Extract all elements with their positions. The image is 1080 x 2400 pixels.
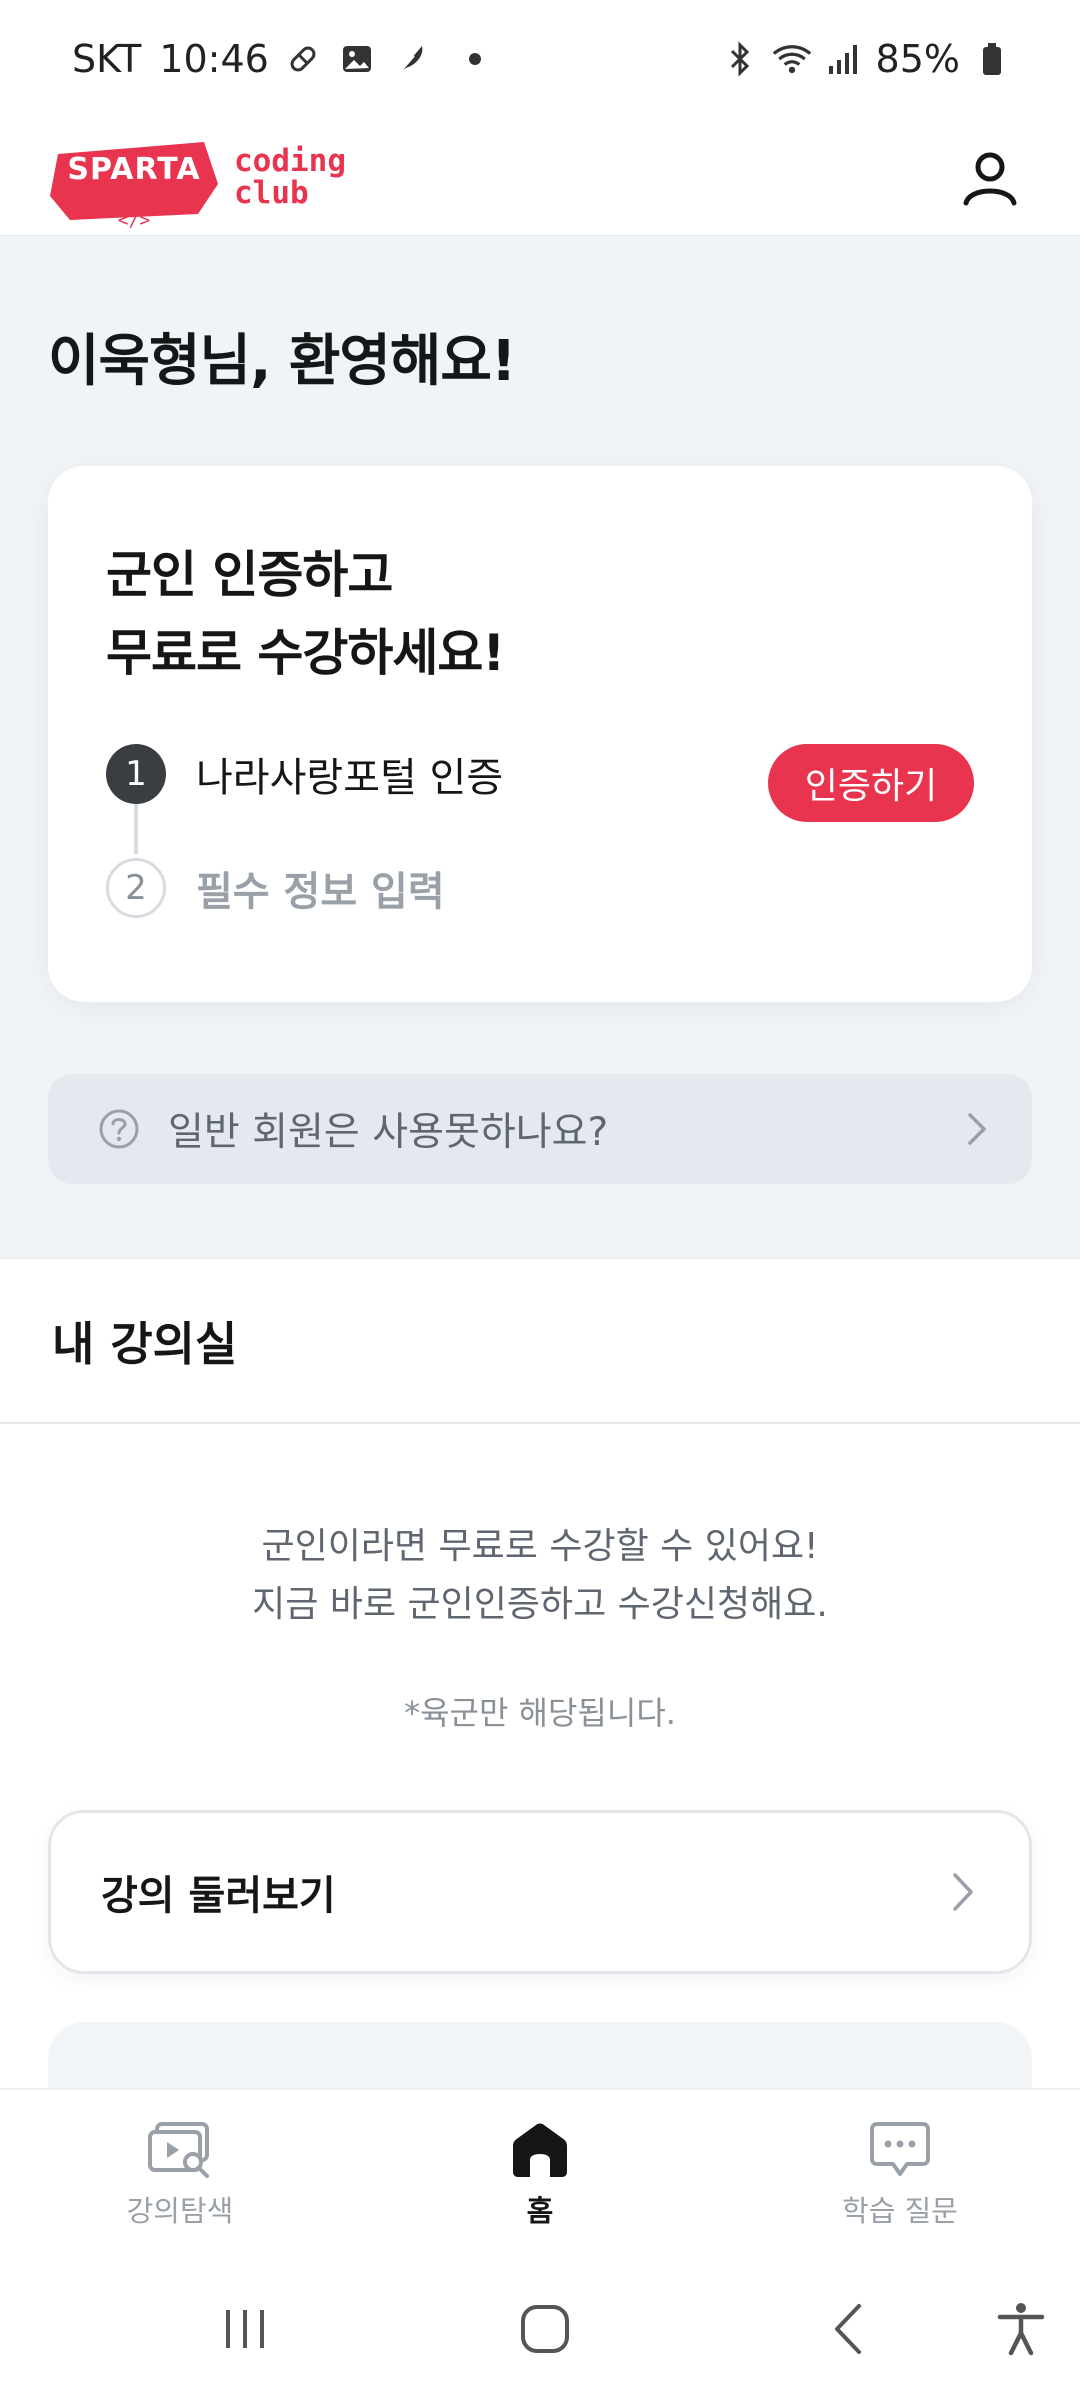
back-icon (835, 2304, 861, 2354)
battery-percent: 85% (875, 37, 960, 81)
logo-badge-text: SPARTA (67, 151, 201, 187)
army-only-note: *육군만 해당됩니다. (404, 1694, 676, 1732)
logo-text-line2: club (234, 174, 309, 211)
classroom-info: 군인이라면 무료로 수강할 수 있어요! 지금 바로 군인인증하고 수강신청해요… (0, 1518, 1080, 1634)
step-1-label: 나라사랑포털 인증 (196, 755, 504, 801)
accessibility-icon (997, 2303, 1045, 2356)
logo-text-line1: coding (234, 142, 346, 179)
step-2-number: 2 (106, 858, 166, 918)
nav-questions-label: 학습 질문 (842, 2194, 958, 2228)
logo-text: coding club (234, 145, 346, 209)
nav-explore-label: 강의탐색 (126, 2194, 234, 2228)
cert-title-line1: 군인 인증하고 (106, 546, 393, 604)
status-left: SKT 10:46 (72, 37, 481, 81)
logo-badge: </> SPARTA (48, 138, 220, 230)
cert-title-line2: 무료로 수강하세요! (106, 624, 505, 682)
profile-button[interactable] (948, 135, 1032, 219)
carrier: SKT (72, 37, 142, 81)
info-line-1: 군인이라면 무료로 수강할 수 있어요! (261, 1526, 819, 1567)
browse-lectures-button[interactable]: 강의 둘러보기 (48, 1810, 1032, 1974)
nav-explore-lectures[interactable]: 강의탐색 (0, 2090, 360, 2256)
nav-home-label: 홈 (526, 2194, 554, 2228)
classroom-title: 내 강의실 (52, 1316, 238, 1371)
general-member-faq[interactable]: 일반 회원은 사용못하나요? (48, 1074, 1032, 1184)
step-1: 1 나라사랑포털 인증 (106, 744, 503, 804)
step-1-number: 1 (106, 744, 166, 804)
bottom-nav: 강의탐색 홈 학습 질문 (0, 2088, 1080, 2256)
browse-lectures-label: 강의 둘러보기 (101, 1873, 336, 1919)
feather-icon (391, 39, 431, 79)
greeting-title: 이욱형님, 환영해요! (48, 329, 516, 394)
dot-icon (468, 53, 481, 65)
chevron-right-icon (968, 1113, 986, 1145)
home-icon (513, 2123, 567, 2177)
status-bar: SKT 10:46 85% (0, 0, 1080, 118)
battery-icon (972, 39, 1012, 79)
wifi-icon (772, 39, 812, 79)
signal-icon (824, 39, 864, 79)
verify-button[interactable]: 인증하기 (768, 744, 974, 822)
home-circle-icon (521, 2305, 569, 2353)
step-connector (134, 798, 138, 854)
step-2-label: 필수 정보 입력 (196, 869, 445, 915)
cert-card-title: 군인 인증하고 무료로 수강하세요! (106, 536, 505, 692)
bluetooth-icon (720, 39, 760, 79)
step-2: 2 필수 정보 입력 (106, 858, 445, 918)
system-nav-bar (0, 2256, 1080, 2400)
status-right: 85% (720, 37, 1012, 81)
recents-button[interactable] (210, 2294, 280, 2364)
chevron-right-icon (953, 1873, 973, 1911)
question-circle-icon (99, 1109, 139, 1149)
pill-icon (283, 39, 323, 79)
sparta-logo[interactable]: </> SPARTA coding club (48, 138, 346, 230)
chat-bubble-icon (870, 2122, 930, 2176)
accessibility-button[interactable] (986, 2294, 1056, 2364)
top-section: 이욱형님, 환영해요! 군인 인증하고 무료로 수강하세요! 1 나라사랑포털 … (0, 236, 1080, 1258)
info-line-2: 지금 바로 군인인증하고 수강신청해요. (252, 1584, 828, 1625)
back-button[interactable] (815, 2294, 885, 2364)
faq-text: 일반 회원은 사용못하나요? (168, 1110, 609, 1155)
nav-home[interactable]: 홈 (360, 2090, 720, 2256)
app-header: </> SPARTA coding club (0, 118, 1080, 236)
military-cert-card: 군인 인증하고 무료로 수강하세요! 1 나라사랑포털 인증 2 필수 정보 입… (48, 466, 1032, 1002)
gallery-icon (337, 39, 377, 79)
recents-icon (226, 2310, 264, 2348)
clock: 10:46 (159, 37, 269, 81)
home-system-button[interactable] (510, 2294, 580, 2364)
classroom-header: 내 강의실 (0, 1258, 1080, 1424)
person-icon (963, 152, 1017, 205)
video-search-icon (148, 2122, 209, 2178)
nav-learning-questions[interactable]: 학습 질문 (720, 2090, 1080, 2256)
svg-text:</>: </> (118, 210, 151, 230)
